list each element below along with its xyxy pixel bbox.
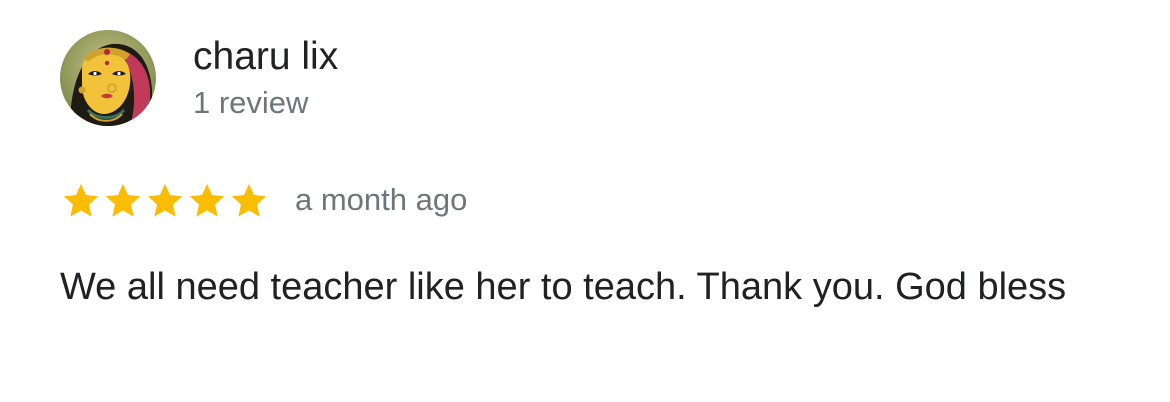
avatar-portrait-image [60,30,156,126]
review-text: We all need teacher like her to teach. T… [60,266,1067,308]
reviewer-name[interactable]: charu lix [193,34,338,80]
reviewer-avatar[interactable] [60,30,156,126]
star-icon [147,183,183,217]
reviewer-review-count[interactable]: 1 review [193,84,308,122]
star-icon [63,183,99,217]
review-card: charu lix 1 review a month ago We all ne… [0,0,1170,402]
star-icon [105,183,141,217]
review-date: a month ago [295,182,468,217]
star-rating [60,180,270,222]
star-icon [231,183,267,217]
star-icon [189,183,225,217]
